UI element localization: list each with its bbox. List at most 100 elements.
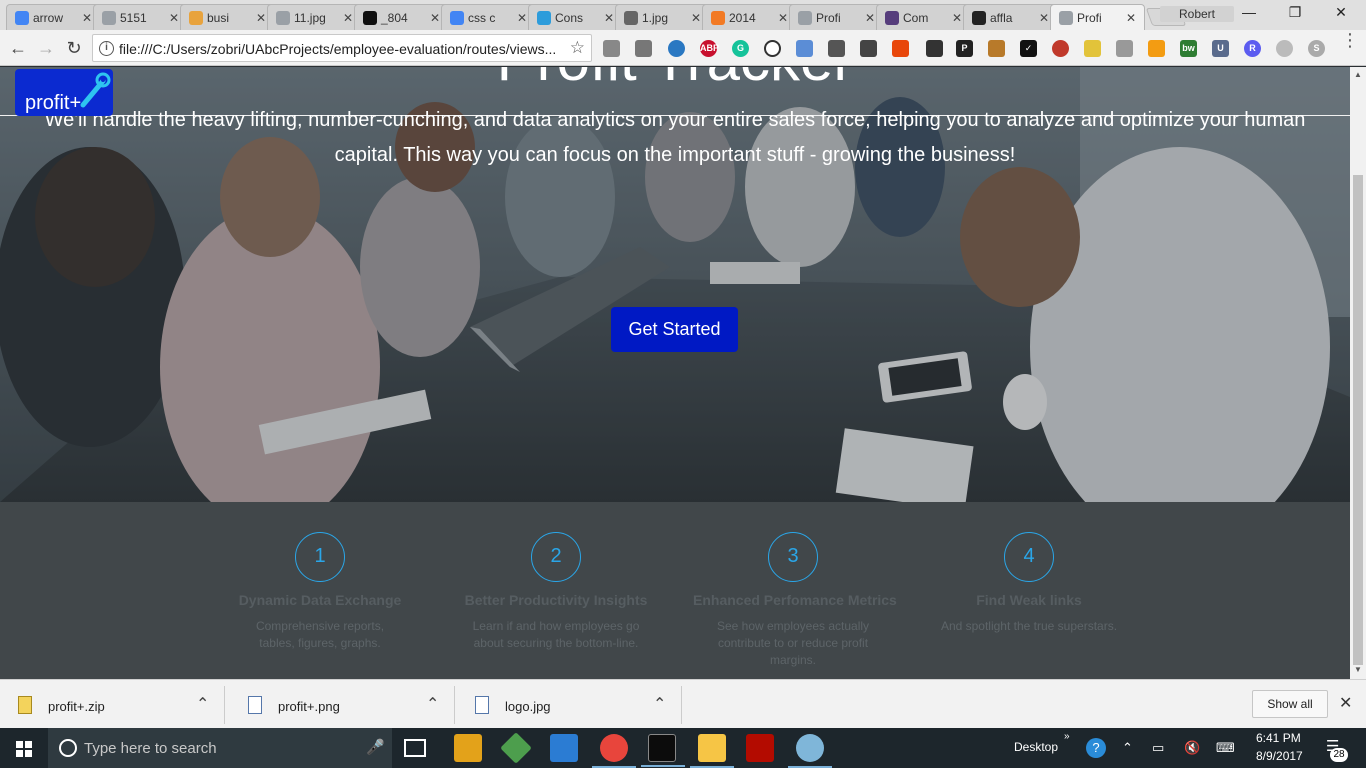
lightbulb-icon[interactable] — [1084, 40, 1101, 57]
tab-title[interactable]: css c — [464, 11, 515, 25]
sublime-text-icon[interactable] — [454, 734, 482, 762]
scroll-up-icon[interactable]: ▲ — [1354, 70, 1362, 79]
file-explorer-icon[interactable] — [690, 734, 734, 768]
desktop-toolbar-label[interactable]: Desktop — [1014, 740, 1058, 754]
browser-tab[interactable]: 1.jpg ✕ — [615, 4, 710, 30]
close-tab-icon[interactable]: ✕ — [604, 11, 614, 25]
close-tab-icon[interactable]: ✕ — [1039, 11, 1049, 25]
download-filename[interactable]: logo.jpg — [505, 699, 551, 714]
sourcetree-icon[interactable] — [500, 732, 532, 764]
reload-icon[interactable]: ↻ — [64, 38, 84, 58]
browser-tab[interactable]: 5151 ✕ — [93, 4, 188, 30]
download-item[interactable]: profit+.zip ⌃ — [0, 686, 225, 724]
skype-icon[interactable]: S — [1308, 40, 1325, 57]
vscode-icon[interactable] — [550, 734, 578, 762]
close-tab-icon[interactable]: ✕ — [952, 11, 962, 25]
extension-icon[interactable]: P — [956, 40, 973, 57]
chevron-up-icon[interactable]: ⌃ — [653, 694, 666, 714]
taskbar-search[interactable]: Type here to search 🎤 — [48, 728, 392, 768]
extension-icon[interactable]: R — [1244, 40, 1261, 57]
browser-tab[interactable]: 11.jpg ✕ — [267, 4, 362, 30]
show-all-button[interactable]: Show all — [1252, 690, 1328, 718]
extension-icon[interactable] — [1116, 40, 1133, 57]
extension-icon[interactable] — [988, 40, 1005, 57]
profile-name[interactable]: Robert — [1160, 6, 1234, 22]
extension-icon[interactable] — [1052, 40, 1069, 57]
screenshot-icon[interactable] — [828, 40, 845, 57]
extension-icon[interactable] — [1148, 40, 1165, 57]
tab-title[interactable]: Profi — [812, 11, 863, 25]
address-bar[interactable]: i file:///C:/Users/zobri/UAbcProjects/em… — [92, 34, 592, 62]
checkmark-extension-icon[interactable]: ✓ — [1020, 40, 1037, 57]
chevron-right-icon[interactable]: » — [1064, 731, 1070, 742]
chevron-up-icon[interactable]: ⌃ — [426, 694, 439, 714]
grammarly-icon[interactable]: G — [732, 40, 749, 57]
download-item[interactable]: logo.jpg ⌃ — [457, 686, 682, 724]
profit-logo[interactable]: profit+ — [15, 69, 113, 116]
close-tab-icon[interactable]: ✕ — [517, 11, 527, 25]
adblock-icon[interactable]: ABP — [700, 40, 719, 57]
info-icon[interactable]: i — [99, 41, 114, 56]
browser-tab[interactable]: Com ✕ — [876, 4, 971, 30]
extension-icon[interactable] — [635, 40, 652, 57]
minimize-icon[interactable]: — — [1226, 4, 1272, 20]
extension-icon[interactable] — [1276, 40, 1293, 57]
office-icon[interactable] — [892, 40, 909, 57]
tab-title[interactable]: arrow — [29, 11, 80, 25]
close-tab-icon[interactable]: ✕ — [256, 11, 266, 25]
browser-tab[interactable]: affla ✕ — [963, 4, 1058, 30]
pocket-icon[interactable] — [860, 40, 877, 57]
microphone-icon[interactable]: 🎤 — [366, 738, 385, 756]
tab-title[interactable]: Com — [899, 11, 950, 25]
color-picker-icon[interactable] — [926, 40, 943, 57]
bookmark-star-icon[interactable]: ☆ — [570, 38, 585, 58]
close-window-icon[interactable]: ✕ — [1318, 4, 1364, 21]
close-tab-icon[interactable]: ✕ — [778, 11, 788, 25]
close-tab-icon[interactable]: ✕ — [82, 11, 92, 25]
volume-muted-icon[interactable]: 🔇 — [1184, 740, 1200, 756]
close-tab-icon[interactable]: ✕ — [343, 11, 353, 25]
tab-title[interactable]: 5151 — [116, 11, 167, 25]
browser-tab[interactable]: css c ✕ — [441, 4, 536, 30]
extension-icon[interactable] — [668, 40, 685, 57]
download-filename[interactable]: profit+.zip — [48, 699, 105, 714]
tab-title[interactable]: affla — [986, 11, 1037, 25]
close-shelf-icon[interactable]: ✕ — [1339, 693, 1352, 713]
close-tab-icon[interactable]: ✕ — [691, 11, 701, 25]
keyboard-icon[interactable]: ⌨ — [1216, 740, 1235, 756]
chevron-up-icon[interactable]: ⌃ — [196, 694, 209, 714]
tab-title[interactable]: 11.jpg — [290, 11, 341, 25]
paint-icon[interactable] — [788, 734, 832, 768]
extension-icon[interactable]: bw — [1180, 40, 1197, 57]
browser-tab[interactable]: arrow ✕ — [6, 4, 101, 30]
close-tab-icon[interactable]: ✕ — [169, 11, 179, 25]
terminal-icon[interactable] — [641, 734, 685, 767]
browser-tab[interactable]: Profi ✕ — [1050, 4, 1145, 30]
extension-icon[interactable] — [796, 40, 813, 57]
camera-extension-icon[interactable] — [603, 40, 620, 57]
tab-title[interactable]: busi — [203, 11, 254, 25]
browser-tab[interactable]: Cons ✕ — [528, 4, 623, 30]
maximize-icon[interactable]: ❐ — [1272, 4, 1318, 21]
browser-tab[interactable]: _804 ✕ — [354, 4, 449, 30]
chevron-up-icon[interactable]: ⌃ — [1122, 740, 1133, 756]
close-tab-icon[interactable]: ✕ — [865, 11, 875, 25]
download-item[interactable]: profit+.png ⌃ — [230, 686, 455, 724]
tab-title[interactable]: 2014 — [725, 11, 776, 25]
back-icon[interactable]: ← — [8, 38, 28, 58]
tab-title[interactable]: Cons — [551, 11, 602, 25]
chrome-menu-icon[interactable]: ⋮ — [1340, 31, 1360, 49]
tab-title[interactable]: _804 — [377, 11, 428, 25]
browser-tab[interactable]: 2014 ✕ — [702, 4, 797, 30]
get-started-button[interactable]: Get Started — [611, 307, 738, 352]
browser-tab[interactable]: busi ✕ — [180, 4, 275, 30]
forward-icon[interactable]: → — [36, 38, 56, 58]
task-view-icon[interactable] — [404, 739, 426, 757]
extension-icon[interactable]: U — [1212, 40, 1229, 57]
download-filename[interactable]: profit+.png — [278, 699, 340, 714]
block-icon[interactable] — [764, 40, 781, 57]
start-button[interactable] — [0, 728, 48, 768]
scroll-down-icon[interactable]: ▼ — [1354, 665, 1362, 674]
close-tab-icon[interactable]: ✕ — [1126, 11, 1136, 25]
close-tab-icon[interactable]: ✕ — [430, 11, 440, 25]
